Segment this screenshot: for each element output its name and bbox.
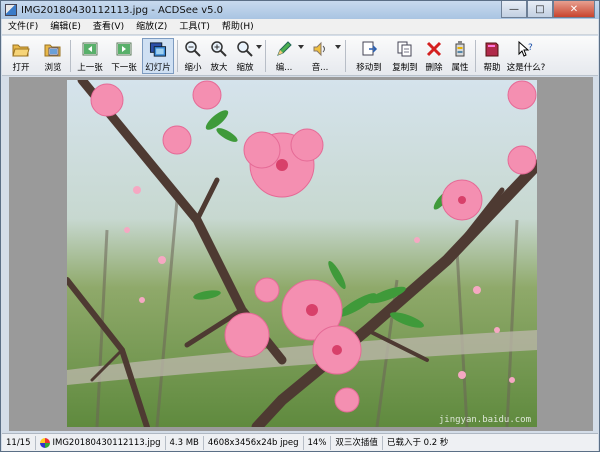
toolbar-separator xyxy=(345,40,346,72)
browse-folder-icon xyxy=(44,44,61,57)
toolbar-separator xyxy=(265,40,266,72)
slideshow-button[interactable]: 幻灯片 xyxy=(142,38,174,74)
menu-edit[interactable]: 编辑(E) xyxy=(44,19,87,35)
audio-dropdown-arrow[interactable] xyxy=(335,45,341,49)
open-button[interactable]: 打开 xyxy=(8,38,34,74)
audio-label: 音... xyxy=(311,63,329,73)
load-time: 已载入于 0.2 秒 xyxy=(386,437,449,448)
window-title: IMG20180430112113.jpg - ACDSee v5.0 xyxy=(21,4,224,16)
zoom-out-label: 缩小 xyxy=(184,63,202,73)
copy-to-label: 复制到 xyxy=(392,63,418,73)
toolbar-separator xyxy=(177,40,178,72)
open-label: 打开 xyxy=(12,63,30,73)
acdsee-app-icon[interactable] xyxy=(5,4,17,16)
prev-label: 上一张 xyxy=(77,63,103,73)
whats-this-icon: ? xyxy=(518,40,533,57)
zoom-in-label: 放大 xyxy=(210,63,228,73)
interpolation-mode: 双三次插值 xyxy=(331,435,383,450)
minimize-icon: — xyxy=(509,3,519,15)
zoom-out-icon xyxy=(185,41,201,57)
zoom-level: 14% xyxy=(304,435,332,450)
toolbar: 打开 浏览 上一张 下一张 幻灯片 缩小 放大 缩放 编... 音... 移动到… xyxy=(2,36,598,76)
properties-button[interactable]: 属性 xyxy=(448,38,472,74)
menu-tools[interactable]: 工具(T) xyxy=(173,19,216,35)
prev-button[interactable]: 上一张 xyxy=(75,38,105,74)
image-dimensions: 4608x3456x24b jpeg xyxy=(204,435,304,450)
status-bar: 11/15 IMG20180430112113.jpg 4.3 MB 4608x… xyxy=(2,433,598,451)
help-label: 帮助 xyxy=(483,63,501,73)
app-window: IMG20180430112113.jpg - ACDSee v5.0 — □ … xyxy=(0,0,600,452)
zoom-button[interactable]: 缩放 xyxy=(233,38,257,74)
delete-button[interactable]: 删除 xyxy=(422,38,446,74)
delete-label: 删除 xyxy=(425,63,443,73)
properties-label: 属性 xyxy=(451,63,469,73)
move-to-button[interactable]: 移动到 xyxy=(352,38,386,74)
folder-open-icon xyxy=(12,44,30,57)
toolbar-separator xyxy=(475,40,476,72)
zoom-label: 缩放 xyxy=(236,63,254,73)
delete-icon xyxy=(426,41,442,57)
help-book-icon xyxy=(485,42,499,57)
whats-this-label: 这是什么? xyxy=(506,63,546,73)
next-button[interactable]: 下一张 xyxy=(109,38,139,74)
copy-to-button[interactable]: 复制到 xyxy=(388,38,422,74)
minimize-button[interactable]: — xyxy=(501,1,527,18)
move-to-label: 移动到 xyxy=(356,63,382,73)
zoom-icon xyxy=(237,41,253,57)
audio-button[interactable]: 音... xyxy=(307,38,333,74)
menu-help[interactable]: 帮助(H) xyxy=(216,19,260,35)
menu-view[interactable]: 查看(V) xyxy=(87,19,130,35)
next-image-icon xyxy=(116,42,132,56)
image-index: 11/15 xyxy=(2,435,36,450)
status-filename: IMG20180430112113.jpg xyxy=(52,437,161,448)
zoom-out-button[interactable]: 缩小 xyxy=(181,38,205,74)
maximize-icon: □ xyxy=(535,3,545,15)
properties-icon xyxy=(455,41,465,57)
edit-label: 编... xyxy=(275,63,293,73)
image-viewer[interactable]: jingyan.baidu.com xyxy=(9,77,593,431)
maximize-button[interactable]: □ xyxy=(527,1,553,18)
move-to-icon xyxy=(362,41,378,56)
menu-bar: 文件(F) 编辑(E) 查看(V) 缩放(Z) 工具(T) 帮助(H) xyxy=(2,19,598,35)
zoom-dropdown-arrow[interactable] xyxy=(256,45,262,49)
menu-zoom[interactable]: 缩放(Z) xyxy=(130,19,173,35)
menu-file[interactable]: 文件(F) xyxy=(2,19,44,35)
edit-icon xyxy=(277,41,292,56)
photo-watermark: jingyan.baidu.com xyxy=(438,415,531,425)
browse-label: 浏览 xyxy=(44,63,62,73)
slideshow-icon xyxy=(149,42,167,57)
svg-text:?: ? xyxy=(528,43,533,53)
edit-dropdown-arrow[interactable] xyxy=(298,45,304,49)
zoom-in-button[interactable]: 放大 xyxy=(207,38,231,74)
peach-blossom-image xyxy=(67,80,537,427)
prev-image-icon xyxy=(82,42,98,56)
displayed-photo[interactable]: jingyan.baidu.com xyxy=(67,80,537,427)
whats-this-button[interactable]: ? 这是什么? xyxy=(506,38,546,74)
close-icon: ✕ xyxy=(569,3,579,15)
help-button[interactable]: 帮助 xyxy=(480,38,504,74)
acdsee-file-icon xyxy=(39,437,50,448)
status-file-cell: IMG20180430112113.jpg xyxy=(36,435,166,450)
close-button[interactable]: ✕ xyxy=(553,1,595,18)
copy-to-icon xyxy=(397,41,412,57)
slideshow-label: 幻灯片 xyxy=(145,63,171,73)
browse-button[interactable]: 浏览 xyxy=(40,38,66,74)
audio-icon xyxy=(313,41,325,57)
next-label: 下一张 xyxy=(111,63,137,73)
zoom-in-icon xyxy=(211,41,227,57)
file-size: 4.3 MB xyxy=(166,435,204,450)
title-bar[interactable]: IMG20180430112113.jpg - ACDSee v5.0 — □ … xyxy=(1,1,599,19)
toolbar-separator xyxy=(70,40,71,72)
edit-button[interactable]: 编... xyxy=(271,38,297,74)
